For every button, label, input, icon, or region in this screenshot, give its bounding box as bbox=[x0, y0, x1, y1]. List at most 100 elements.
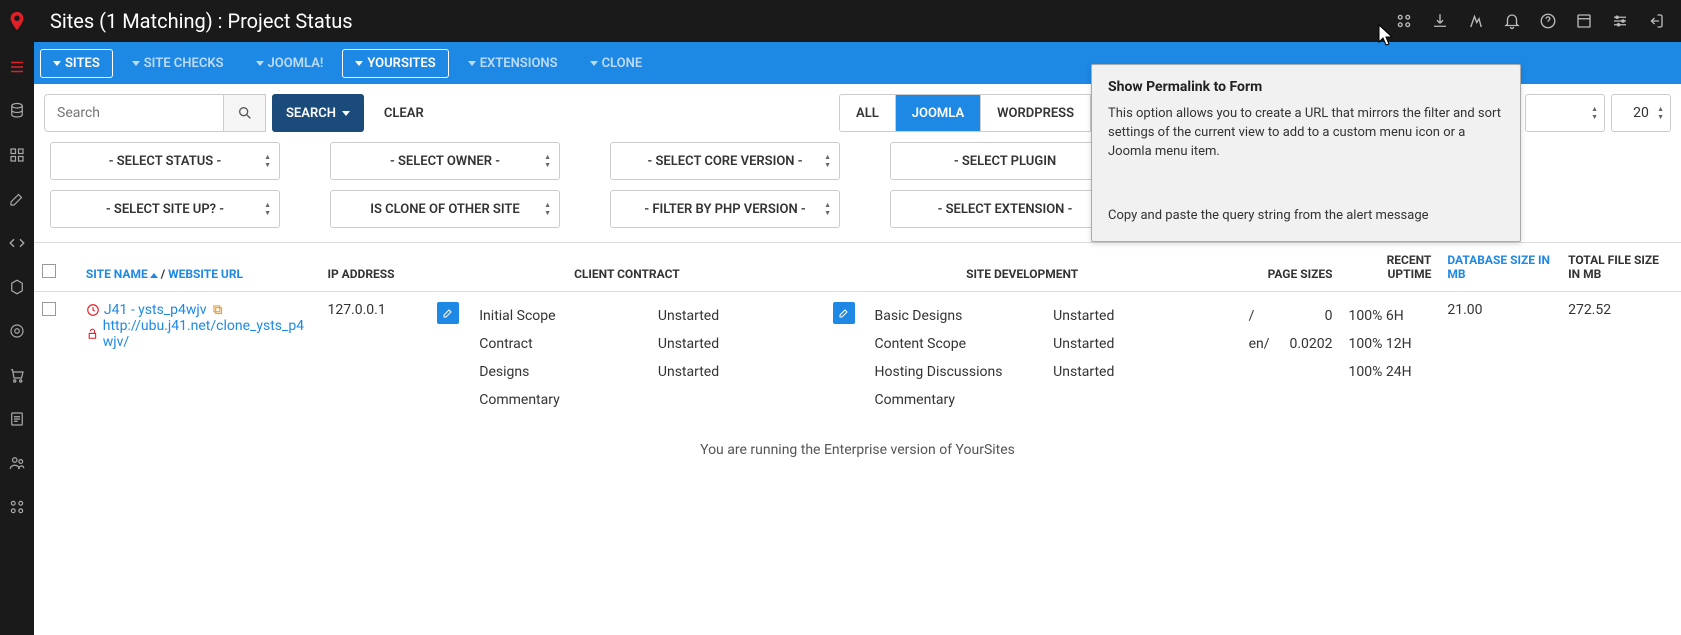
help-icon[interactable] bbox=[1533, 6, 1563, 36]
cell-totalfile: 272.52 bbox=[1560, 292, 1681, 425]
rail-doc-icon[interactable] bbox=[4, 406, 30, 432]
seg-joomla[interactable]: JOOMLA bbox=[895, 95, 980, 131]
results-table-wrap: SITE NAME / WEBSITE URL IP ADDRESS CLIEN… bbox=[34, 242, 1681, 635]
rail-hex-icon[interactable] bbox=[4, 274, 30, 300]
rail-list-icon[interactable] bbox=[4, 54, 30, 80]
col-dbsize[interactable]: DATABASE SIZE IN MB bbox=[1439, 243, 1560, 292]
edit-dev-button[interactable] bbox=[833, 302, 855, 324]
filter-plugin[interactable]: - SELECT PLUGIN bbox=[890, 142, 1120, 180]
rail-users-icon[interactable] bbox=[4, 450, 30, 476]
col-uptime[interactable]: RECENT UPTIME bbox=[1341, 243, 1440, 292]
tab-sites[interactable]: SITES bbox=[40, 49, 113, 78]
tab-sites-label: SITES bbox=[65, 56, 100, 71]
tooltip-title: Show Permalink to Form bbox=[1108, 79, 1504, 95]
dev-scope-label: Content Scope bbox=[875, 330, 1034, 358]
cell-ip: 127.0.0.1 bbox=[319, 292, 429, 425]
tooltip-foot: Copy and paste the query string from the… bbox=[1108, 208, 1504, 223]
rail-edit-icon[interactable] bbox=[4, 186, 30, 212]
rail-grid-icon[interactable] bbox=[4, 142, 30, 168]
joomla-icon[interactable] bbox=[1389, 6, 1419, 36]
search-button-label: SEARCH bbox=[286, 106, 336, 121]
filter-extension[interactable]: - SELECT EXTENSION -▲▼ bbox=[890, 190, 1120, 228]
clear-button[interactable]: CLEAR bbox=[370, 94, 438, 132]
tab-joomla[interactable]: JOOMLA! bbox=[243, 49, 337, 78]
page-size-select[interactable]: 20▲▼ bbox=[1611, 94, 1671, 132]
site-url-link[interactable]: http://ubu.j41.net/clone_ysts_p4wjv/ bbox=[103, 318, 312, 350]
rail-code-icon[interactable] bbox=[4, 230, 30, 256]
contract-initial-label: Initial Scope bbox=[479, 302, 638, 330]
tooltip-body: This option allows you to create a URL t… bbox=[1108, 105, 1504, 162]
tab-yoursites[interactable]: YOURSITES bbox=[342, 49, 448, 78]
contract-contract-status: Unstarted bbox=[658, 330, 817, 358]
filter-php[interactable]: - FILTER BY PHP VERSION -▲▼ bbox=[610, 190, 840, 228]
search-icon-button[interactable] bbox=[224, 94, 266, 132]
download-icon[interactable] bbox=[1425, 6, 1455, 36]
panel-icon[interactable] bbox=[1569, 6, 1599, 36]
col-pagesizes[interactable]: PAGE SIZES bbox=[1220, 243, 1341, 292]
col-dev[interactable]: SITE DEVELOPMENT bbox=[825, 243, 1220, 292]
col-totalfile[interactable]: TOTAL FILE SIZE IN MB bbox=[1560, 243, 1681, 292]
contract-designs-status: Unstarted bbox=[658, 358, 817, 386]
tab-site-checks-label: SITE CHECKS bbox=[144, 56, 224, 71]
tab-yoursites-label: YOURSITES bbox=[367, 56, 435, 71]
edit-contract-button[interactable] bbox=[437, 302, 459, 324]
seg-wordpress[interactable]: WORDPRESS bbox=[980, 95, 1090, 131]
left-rail bbox=[0, 42, 34, 635]
dev-commentary-label: Commentary bbox=[875, 386, 1034, 414]
logout-icon[interactable] bbox=[1641, 6, 1671, 36]
seg-all[interactable]: ALL bbox=[840, 95, 895, 131]
select-all-checkbox[interactable] bbox=[42, 264, 56, 278]
tab-clone-label: CLONE bbox=[602, 56, 643, 71]
permalink-tooltip: Show Permalink to Form This option allow… bbox=[1091, 64, 1521, 242]
app-logo bbox=[4, 10, 30, 32]
col-contract[interactable]: CLIENT CONTRACT bbox=[429, 243, 824, 292]
results-table: SITE NAME / WEBSITE URL IP ADDRESS CLIEN… bbox=[34, 242, 1681, 424]
cms-segment: ALL JOOMLA WORDPRESS O bbox=[839, 94, 1133, 132]
filter-site-up[interactable]: - SELECT SITE UP? -▲▼ bbox=[50, 190, 280, 228]
sliders-icon[interactable] bbox=[1605, 6, 1635, 36]
pagesize-path-1: / bbox=[1249, 302, 1270, 330]
pagesize-val-1: 0 bbox=[1290, 302, 1333, 330]
rail-database-icon[interactable] bbox=[4, 98, 30, 124]
tab-site-checks[interactable]: SITE CHECKS bbox=[119, 49, 237, 78]
uptime-24h: 100% 24H bbox=[1349, 358, 1432, 386]
filter-owner[interactable]: - SELECT OWNER -▲▼ bbox=[330, 142, 560, 180]
search-button[interactable]: SEARCH bbox=[272, 94, 364, 132]
footer-note: You are running the Enterprise version o… bbox=[34, 424, 1681, 488]
site-name-link[interactable]: J41 - ysts_p4wjv bbox=[104, 302, 207, 318]
filter-clone[interactable]: IS CLONE OF OTHER SITE▲▼ bbox=[330, 190, 560, 228]
top-header: Sites (1 Matching) : Project Status bbox=[0, 0, 1681, 42]
sort-asc-icon bbox=[150, 273, 158, 278]
filter-status[interactable]: - SELECT STATUS -▲▼ bbox=[50, 142, 280, 180]
clock-icon bbox=[86, 303, 100, 317]
rail-joomla-icon[interactable] bbox=[4, 494, 30, 520]
bell-icon[interactable] bbox=[1497, 6, 1527, 36]
tab-joomla-label: JOOMLA! bbox=[268, 56, 324, 71]
dev-basic-label: Basic Designs bbox=[875, 302, 1034, 330]
table-row: J41 - ysts_p4wjv http://ubu.j41.net/clon… bbox=[34, 292, 1681, 425]
row-checkbox[interactable] bbox=[42, 302, 56, 316]
rail-target-icon[interactable] bbox=[4, 318, 30, 344]
tab-clone[interactable]: CLONE bbox=[577, 49, 656, 78]
search-input[interactable] bbox=[44, 94, 224, 132]
uptime-6h: 100% 6H bbox=[1349, 302, 1432, 330]
dev-hosting-status: Unstarted bbox=[1053, 358, 1212, 386]
pagesize-path-2: en/ bbox=[1249, 330, 1270, 358]
tab-extensions-label: EXTENSIONS bbox=[480, 56, 558, 71]
filter-core-version[interactable]: - SELECT CORE VERSION -▲▼ bbox=[610, 142, 840, 180]
contract-initial-status: Unstarted bbox=[658, 302, 817, 330]
sort-select[interactable]: ▲▼ bbox=[1525, 94, 1605, 132]
cell-dbsize: 21.00 bbox=[1439, 292, 1560, 425]
dev-scope-status: Unstarted bbox=[1053, 330, 1212, 358]
copy-icon bbox=[211, 303, 225, 317]
contract-designs-label: Designs bbox=[479, 358, 638, 386]
rail-cart-icon[interactable] bbox=[4, 362, 30, 388]
permalink-icon[interactable] bbox=[1461, 6, 1491, 36]
page-size-value: 20 bbox=[1633, 105, 1649, 121]
col-sitename[interactable]: SITE NAME / WEBSITE URL bbox=[78, 243, 320, 292]
dev-hosting-label: Hosting Discussions bbox=[875, 358, 1034, 386]
header-icon-group bbox=[1389, 6, 1671, 36]
col-ip[interactable]: IP ADDRESS bbox=[319, 243, 429, 292]
contract-contract-label: Contract bbox=[479, 330, 638, 358]
tab-extensions[interactable]: EXTENSIONS bbox=[455, 49, 571, 78]
